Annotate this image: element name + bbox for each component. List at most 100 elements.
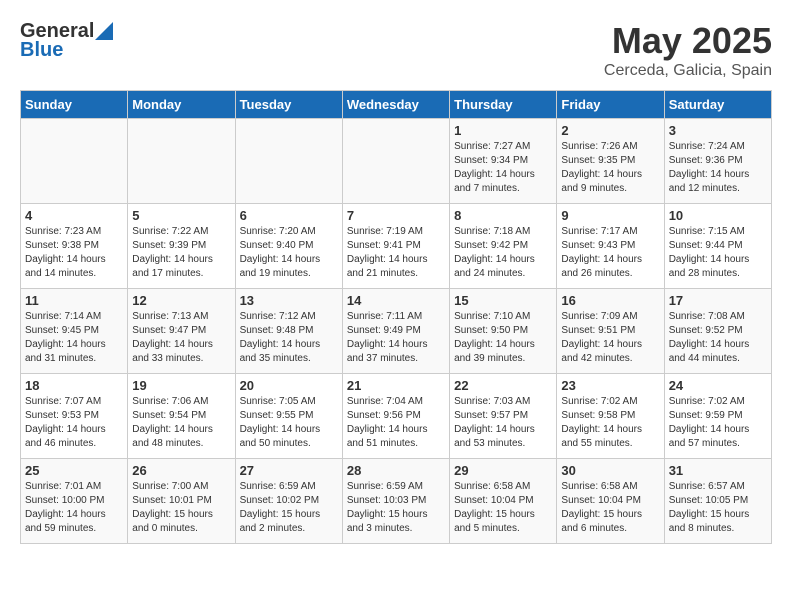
day-info: Sunrise: 7:24 AM Sunset: 9:36 PM Dayligh… (669, 140, 767, 196)
day-info: Sunrise: 7:17 AM Sunset: 9:43 PM Dayligh… (561, 225, 659, 281)
day-number: 27 (240, 463, 338, 478)
page-header: General Blue May 2025 Cerceda, Galicia, … (20, 20, 772, 80)
calendar-cell: 16Sunrise: 7:09 AM Sunset: 9:51 PM Dayli… (557, 289, 664, 374)
day-number: 4 (25, 208, 123, 223)
day-number: 8 (454, 208, 552, 223)
day-info: Sunrise: 7:26 AM Sunset: 9:35 PM Dayligh… (561, 140, 659, 196)
day-info: Sunrise: 7:13 AM Sunset: 9:47 PM Dayligh… (132, 310, 230, 366)
day-number: 14 (347, 293, 445, 308)
calendar-cell: 14 Sunrise: 7:11 AM Sunset: 9:49 PM Dayli… (342, 289, 449, 374)
calendar-cell: 1 Sunrise: 7:27 AM Sunset: 9:34 PM Daylig… (450, 119, 557, 204)
day-number: 25 (25, 463, 123, 478)
day-info: Sunrise: 7:12 AM Sunset: 9:48 PM Dayligh… (240, 310, 338, 366)
day-number: 6 (240, 208, 338, 223)
day-info: Sunrise: 6:59 AM Sunset: 10:03 PM Daylig… (347, 480, 445, 536)
calendar-cell: 10Sunrise: 7:15 AM Sunset: 9:44 PM Dayli… (664, 204, 771, 289)
calendar-cell (235, 119, 342, 204)
day-info: Sunrise: 7:08 AM Sunset: 9:52 PM Dayligh… (669, 310, 767, 366)
day-info: Sunrise: 7:27 AM Sunset: 9:34 PM Dayligh… (454, 140, 552, 196)
logo-triangle-icon (95, 22, 113, 40)
calendar-cell: 6 Sunrise: 7:20 AM Sunset: 9:40 PM Daylig… (235, 204, 342, 289)
day-info: Sunrise: 7:10 AM Sunset: 9:50 PM Dayligh… (454, 310, 552, 366)
title-block: May 2025 Cerceda, Galicia, Spain (604, 20, 772, 80)
day-info: Sunrise: 7:01 AM Sunset: 10:00 PM Daylig… (25, 480, 123, 536)
calendar-cell: 28 Sunrise: 6:59 AM Sunset: 10:03 PM Dayl… (342, 459, 449, 544)
day-number: 3 (669, 123, 767, 138)
calendar-cell: 25 Sunrise: 7:01 AM Sunset: 10:00 PM Dayl… (21, 459, 128, 544)
day-number: 31 (669, 463, 767, 478)
calendar-cell: 8Sunrise: 7:18 AM Sunset: 9:42 PM Daylig… (450, 204, 557, 289)
day-info: Sunrise: 6:59 AM Sunset: 10:02 PM Daylig… (240, 480, 338, 536)
calendar-cell (128, 119, 235, 204)
calendar-cell: 7 Sunrise: 7:19 AM Sunset: 9:41 PM Daylig… (342, 204, 449, 289)
location-title: Cerceda, Galicia, Spain (604, 62, 772, 80)
day-info: Sunrise: 7:07 AM Sunset: 9:53 PM Dayligh… (25, 395, 123, 451)
day-info: Sunrise: 7:14 AM Sunset: 9:45 PM Dayligh… (25, 310, 123, 366)
day-info: Sunrise: 7:23 AM Sunset: 9:38 PM Dayligh… (25, 225, 123, 281)
day-number: 26 (132, 463, 230, 478)
day-number: 19 (132, 378, 230, 393)
calendar-cell: 23 Sunrise: 7:02 AM Sunset: 9:58 PM Dayli… (557, 374, 664, 459)
day-info: Sunrise: 7:02 AM Sunset: 9:59 PM Dayligh… (669, 395, 767, 451)
day-number: 11 (25, 293, 123, 308)
day-number: 7 (347, 208, 445, 223)
calendar-cell: 18 Sunrise: 7:07 AM Sunset: 9:53 PM Dayli… (21, 374, 128, 459)
day-number: 1 (454, 123, 552, 138)
day-number: 20 (240, 378, 338, 393)
day-info: Sunrise: 7:11 AM Sunset: 9:49 PM Dayligh… (347, 310, 445, 366)
day-info: Sunrise: 7:00 AM Sunset: 10:01 PM Daylig… (132, 480, 230, 536)
day-number: 17 (669, 293, 767, 308)
day-number: 16 (561, 293, 659, 308)
day-number: 21 (347, 378, 445, 393)
calendar-cell: 31 Sunrise: 6:57 AM Sunset: 10:05 PM Dayl… (664, 459, 771, 544)
day-info: Sunrise: 7:03 AM Sunset: 9:57 PM Dayligh… (454, 395, 552, 451)
day-info: Sunrise: 7:02 AM Sunset: 9:58 PM Dayligh… (561, 395, 659, 451)
calendar-cell: 9 Sunrise: 7:17 AM Sunset: 9:43 PM Daylig… (557, 204, 664, 289)
calendar-cell: 29Sunrise: 6:58 AM Sunset: 10:04 PM Dayl… (450, 459, 557, 544)
calendar-cell: 24 Sunrise: 7:02 AM Sunset: 9:59 PM Dayli… (664, 374, 771, 459)
calendar-cell: 12Sunrise: 7:13 AM Sunset: 9:47 PM Dayli… (128, 289, 235, 374)
calendar-week-row: 1 Sunrise: 7:27 AM Sunset: 9:34 PM Daylig… (21, 119, 772, 204)
weekday-header: Monday (128, 91, 235, 119)
day-info: Sunrise: 7:15 AM Sunset: 9:44 PM Dayligh… (669, 225, 767, 281)
calendar-cell: 20Sunrise: 7:05 AM Sunset: 9:55 PM Dayli… (235, 374, 342, 459)
day-number: 5 (132, 208, 230, 223)
day-number: 24 (669, 378, 767, 393)
weekday-header: Saturday (664, 91, 771, 119)
calendar-cell: 27 Sunrise: 6:59 AM Sunset: 10:02 PM Dayl… (235, 459, 342, 544)
day-number: 28 (347, 463, 445, 478)
month-title: May 2025 (604, 20, 772, 62)
day-number: 2 (561, 123, 659, 138)
day-info: Sunrise: 7:20 AM Sunset: 9:40 PM Dayligh… (240, 225, 338, 281)
calendar-cell (21, 119, 128, 204)
calendar-cell: 11 Sunrise: 7:14 AM Sunset: 9:45 PM Dayli… (21, 289, 128, 374)
day-info: Sunrise: 6:58 AM Sunset: 10:04 PM Daylig… (561, 480, 659, 536)
day-number: 23 (561, 378, 659, 393)
calendar-week-row: 25 Sunrise: 7:01 AM Sunset: 10:00 PM Dayl… (21, 459, 772, 544)
calendar-cell: 5 Sunrise: 7:22 AM Sunset: 9:39 PM Daylig… (128, 204, 235, 289)
calendar-cell (342, 119, 449, 204)
calendar-cell: 19 Sunrise: 7:06 AM Sunset: 9:54 PM Dayli… (128, 374, 235, 459)
logo-blue-text: Blue (20, 39, 63, 62)
day-info: Sunrise: 6:58 AM Sunset: 10:04 PM Daylig… (454, 480, 552, 536)
day-info: Sunrise: 7:04 AM Sunset: 9:56 PM Dayligh… (347, 395, 445, 451)
day-number: 18 (25, 378, 123, 393)
calendar-cell: 13 Sunrise: 7:12 AM Sunset: 9:48 PM Dayli… (235, 289, 342, 374)
calendar-cell: 30Sunrise: 6:58 AM Sunset: 10:04 PM Dayl… (557, 459, 664, 544)
calendar-cell: 26 Sunrise: 7:00 AM Sunset: 10:01 PM Dayl… (128, 459, 235, 544)
calendar-week-row: 18 Sunrise: 7:07 AM Sunset: 9:53 PM Dayli… (21, 374, 772, 459)
day-number: 15 (454, 293, 552, 308)
calendar-cell: 15 Sunrise: 7:10 AM Sunset: 9:50 PM Dayli… (450, 289, 557, 374)
logo: General Blue (20, 20, 113, 62)
day-info: Sunrise: 7:19 AM Sunset: 9:41 PM Dayligh… (347, 225, 445, 281)
day-number: 22 (454, 378, 552, 393)
day-info: Sunrise: 7:22 AM Sunset: 9:39 PM Dayligh… (132, 225, 230, 281)
calendar-week-row: 4 Sunrise: 7:23 AM Sunset: 9:38 PM Daylig… (21, 204, 772, 289)
calendar-cell: 3 Sunrise: 7:24 AM Sunset: 9:36 PM Daylig… (664, 119, 771, 204)
calendar-table: SundayMondayTuesdayWednesdayThursdayFrid… (20, 90, 772, 544)
day-info: Sunrise: 7:06 AM Sunset: 9:54 PM Dayligh… (132, 395, 230, 451)
calendar-cell: 22 Sunrise: 7:03 AM Sunset: 9:57 PM Dayli… (450, 374, 557, 459)
day-number: 13 (240, 293, 338, 308)
day-number: 9 (561, 208, 659, 223)
day-info: Sunrise: 6:57 AM Sunset: 10:05 PM Daylig… (669, 480, 767, 536)
